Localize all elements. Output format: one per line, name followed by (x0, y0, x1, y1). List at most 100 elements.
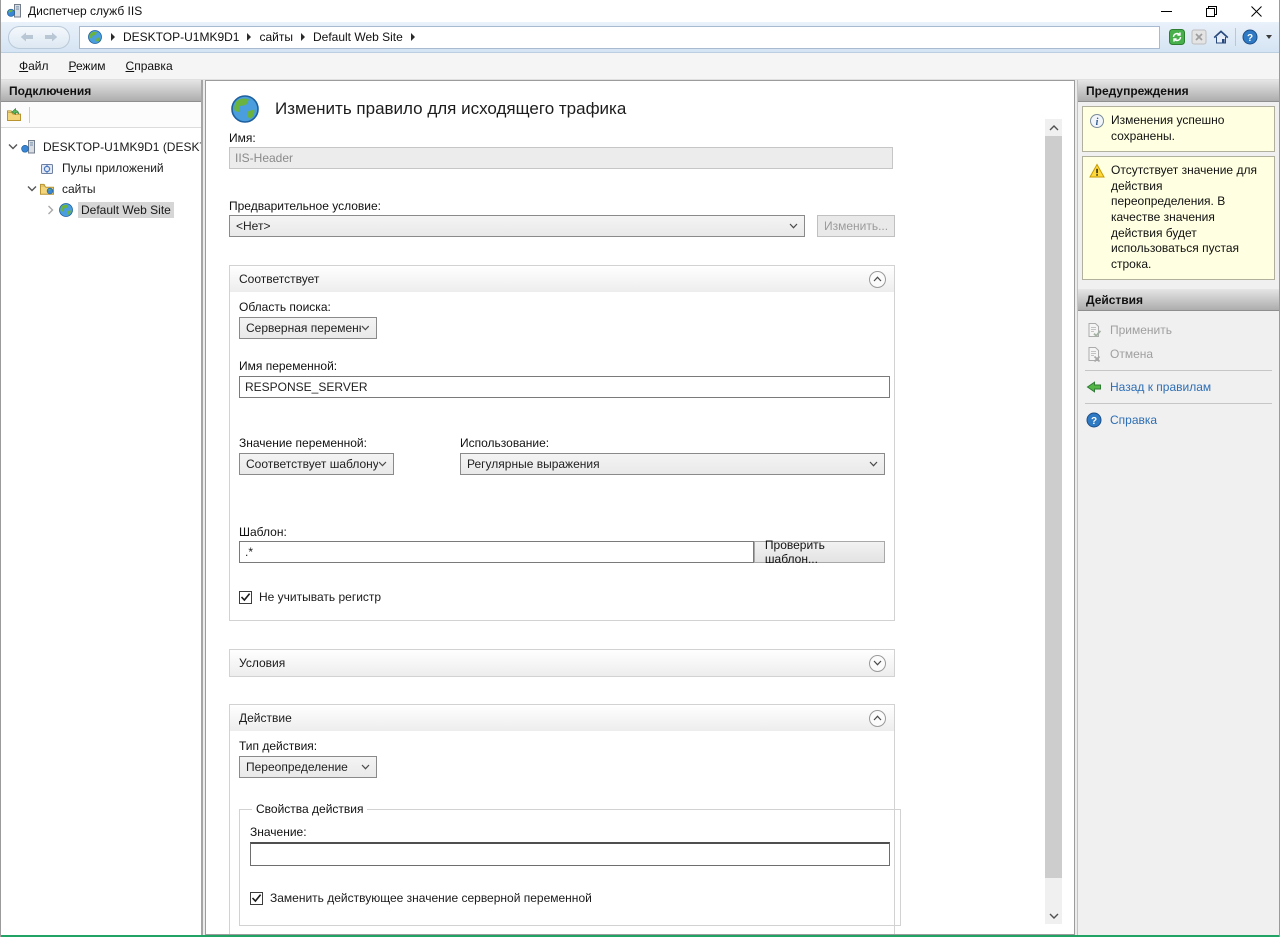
breadcrumb-item-server[interactable]: DESKTOP-U1MK9D1 (123, 30, 239, 44)
match-group-header[interactable]: Соответствует (230, 266, 894, 292)
chevron-down-icon[interactable] (24, 184, 39, 193)
nav-buttons (8, 26, 70, 49)
conditions-group-title: Условия (239, 656, 285, 670)
using-label: Использование: (460, 436, 885, 450)
tree-item-label: сайты (59, 181, 99, 197)
scrollbar-thumb[interactable] (1045, 136, 1062, 878)
connections-panel: Подключения DESKTOP-U1MK9D1 (DE (1, 80, 203, 935)
svg-text:?: ? (1247, 33, 1253, 44)
expand-icon[interactable] (869, 655, 886, 672)
action-value-input[interactable] (250, 842, 890, 866)
conditions-group: Условия (229, 649, 895, 677)
help-icon[interactable]: ? (1242, 29, 1258, 45)
precondition-select[interactable]: <Нет> (229, 215, 805, 237)
test-pattern-button[interactable]: Проверить шаблон... (754, 541, 885, 563)
tree-item-server[interactable]: DESKTOP-U1MK9D1 (DESKTOP (1, 136, 201, 157)
window-controls (1144, 0, 1279, 22)
action-group-body: Тип действия: Переопределение Свойства д… (230, 731, 894, 935)
breadcrumb[interactable]: DESKTOP-U1MK9D1 сайты Default Web Site (79, 26, 1160, 49)
collapse-icon[interactable] (869, 271, 886, 288)
scroll-up-icon[interactable] (1045, 119, 1062, 136)
actions-header: Действия (1078, 289, 1279, 311)
tree-item-label: Пулы приложений (59, 160, 167, 176)
menu-view[interactable]: Режим (60, 55, 115, 77)
scroll-down-icon[interactable] (1045, 907, 1062, 924)
action-type-label: Тип действия: (239, 739, 885, 753)
actions-separator (1085, 370, 1272, 371)
connections-toolbar (1, 102, 201, 128)
actions-list: Применить Отмена Назад к правилам (1078, 311, 1279, 432)
variable-value-label: Значение переменной: (239, 436, 460, 450)
breadcrumb-separator (301, 33, 305, 41)
workspace: Подключения DESKTOP-U1MK9D1 (DE (1, 80, 1279, 935)
refresh-icon[interactable] (1169, 29, 1185, 45)
chevron-down-icon (361, 325, 370, 331)
tree-item-default-web-site[interactable]: Default Web Site (1, 199, 201, 220)
action-properties-fieldset: Свойства действия Значение: Заменить дей… (239, 802, 901, 926)
conditions-group-header[interactable]: Условия (230, 650, 894, 676)
breadcrumb-separator (111, 33, 115, 41)
toolbar-separator (1235, 28, 1236, 46)
match-group-title: Соответствует (239, 272, 319, 286)
tree-item-app-pools[interactable]: Пулы приложений (1, 157, 201, 178)
cancel-action[interactable]: Отмена (1078, 342, 1279, 366)
menu-bar: Файл Режим Справка (1, 53, 1279, 80)
vertical-scrollbar[interactable] (1045, 119, 1062, 924)
restore-button[interactable] (1189, 0, 1234, 22)
actions-separator (1085, 403, 1272, 404)
tree-item-sites[interactable]: сайты (1, 178, 201, 199)
ignore-case-checkbox[interactable] (239, 591, 252, 604)
warning-icon (1089, 163, 1105, 179)
alert-text: Отсутствует значение для действия переоп… (1111, 163, 1268, 272)
collapse-icon[interactable] (869, 710, 886, 727)
alert-success: i Изменения успешно сохранены. (1082, 106, 1275, 152)
action-properties-legend: Свойства действия (252, 802, 367, 816)
back-icon[interactable] (20, 32, 34, 42)
apply-action[interactable]: Применить (1078, 318, 1279, 342)
sites-folder-icon (39, 181, 55, 197)
chevron-down-icon[interactable] (5, 142, 20, 151)
stop-icon[interactable] (1191, 29, 1207, 45)
name-input[interactable] (229, 147, 893, 169)
edit-precondition-button[interactable]: Изменить... (817, 215, 895, 237)
alert-warning: Отсутствует значение для действия переоп… (1082, 156, 1275, 280)
page-title: Изменить правило для исходящего трафика (275, 93, 626, 119)
variable-value-select[interactable]: Соответствует шаблону (239, 453, 394, 475)
chevron-down-icon (378, 461, 387, 467)
save-connections-icon[interactable] (6, 107, 22, 123)
minimize-button[interactable] (1144, 0, 1189, 22)
chevron-down-icon (789, 223, 798, 229)
breadcrumb-item-sites[interactable]: сайты (259, 30, 293, 44)
replace-value-checkbox[interactable] (250, 892, 263, 905)
iis-app-icon (6, 3, 22, 19)
window-title: Диспетчер служб IIS (28, 4, 142, 18)
site-globe-icon (58, 202, 74, 218)
help-icon: ? (1086, 412, 1102, 428)
precondition-label: Предварительное условие: (229, 199, 1074, 213)
pattern-label: Шаблон: (239, 525, 885, 539)
action-type-select[interactable]: Переопределение (239, 756, 377, 778)
help-action[interactable]: ? Справка (1078, 408, 1279, 432)
home-icon[interactable] (1213, 29, 1229, 45)
help-dropdown-caret[interactable] (1266, 35, 1272, 39)
menu-file[interactable]: Файл (10, 55, 58, 77)
chevron-right-icon[interactable] (43, 205, 58, 215)
svg-text:?: ? (1091, 416, 1097, 427)
forward-icon[interactable] (44, 32, 58, 42)
variable-name-input[interactable] (239, 376, 890, 398)
back-arrow-icon (1086, 379, 1102, 395)
breadcrumb-item-default-web-site[interactable]: Default Web Site (313, 30, 403, 44)
action-group-header[interactable]: Действие (230, 705, 894, 731)
chevron-down-icon (361, 764, 370, 770)
back-to-rules-action[interactable]: Назад к правилам (1078, 375, 1279, 399)
connections-tree: DESKTOP-U1MK9D1 (DESKTOP Пулы приложений (1, 128, 201, 220)
menu-help[interactable]: Справка (117, 55, 182, 77)
scope-select[interactable]: Серверная переменн (239, 317, 377, 339)
match-group-body: Область поиска: Серверная переменн Имя п… (230, 292, 894, 620)
pattern-input[interactable] (239, 541, 754, 563)
action-group: Действие Тип действия: Переопределение С… (229, 704, 895, 935)
close-button[interactable] (1234, 0, 1279, 22)
app-pools-icon (39, 160, 55, 176)
title-bar: Диспетчер служб IIS (1, 0, 1279, 22)
using-select[interactable]: Регулярные выражения (460, 453, 885, 475)
